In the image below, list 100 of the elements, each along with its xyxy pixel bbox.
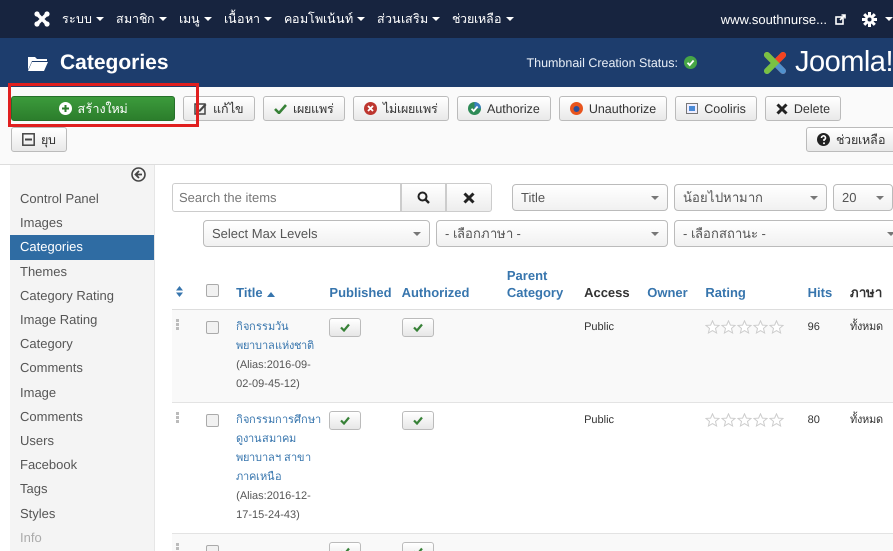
sidebar-item[interactable]: Tags xyxy=(10,477,154,502)
check-icon xyxy=(412,323,423,332)
toolbar-button[interactable]: Delete xyxy=(764,96,842,121)
sidebar-item[interactable]: Facebook xyxy=(10,453,154,478)
published-toggle[interactable] xyxy=(329,411,362,430)
menu-item[interactable]: เมนู xyxy=(179,9,212,29)
sidebar-item[interactable]: Categories xyxy=(10,235,154,260)
sidebar-item[interactable]: Themes xyxy=(10,260,154,284)
alias-text: (Alias:2016-09-02-09-45-12) xyxy=(236,358,312,392)
pencil-square-icon xyxy=(194,102,207,115)
search-field[interactable]: Search the items xyxy=(172,183,401,212)
star-icon[interactable] xyxy=(737,413,752,427)
column-header: Access xyxy=(584,284,630,301)
category-title-link[interactable]: กิจกรรมวันพยาบาลแห่งชาติ xyxy=(236,318,322,356)
menu-item[interactable]: คอมโพเน้นท์ xyxy=(284,9,365,29)
column-header[interactable]: Owner xyxy=(647,284,688,301)
close-icon xyxy=(463,192,476,204)
dropdown[interactable]: 20 xyxy=(832,184,893,211)
published-toggle[interactable] xyxy=(402,318,434,337)
dropdown[interactable]: น้อยไปหามาก xyxy=(674,184,827,211)
toolbar-button[interactable]: Cooliris xyxy=(675,96,757,121)
caret-icon xyxy=(264,17,272,21)
star-icon[interactable] xyxy=(737,320,752,334)
column-header[interactable]: Hits xyxy=(808,284,832,301)
toolbar-button[interactable]: ไม่เผยแพร่ xyxy=(353,96,449,121)
sidebar-item[interactable]: Image Rating xyxy=(10,308,154,332)
sidebar-item[interactable]: Category Comments xyxy=(10,332,154,381)
column-header[interactable]: Authorized xyxy=(402,284,470,301)
dropdown[interactable]: Title xyxy=(512,184,668,211)
toolbar-button[interactable]: ยุบ xyxy=(11,127,67,152)
sidebar-item[interactable]: Category Rating xyxy=(10,284,154,308)
star-icon[interactable] xyxy=(705,320,720,334)
column-header: ภาษา xyxy=(850,284,882,301)
check-badge-icon xyxy=(468,102,481,115)
sidebar-item[interactable]: Control Panel xyxy=(10,187,154,212)
clear-button[interactable] xyxy=(446,183,492,212)
menu-label: ช่วยเหลือ xyxy=(452,11,502,28)
toolbar-button[interactable]: แก้ไข xyxy=(183,96,255,121)
column-header[interactable]: Parent Category xyxy=(506,267,576,301)
published-toggle[interactable] xyxy=(402,411,434,430)
search-button[interactable] xyxy=(400,183,446,212)
star-icon[interactable] xyxy=(769,413,784,427)
menu-label: คอมโพเน้นท์ xyxy=(284,10,353,28)
drag-handle-icon[interactable] xyxy=(176,319,179,330)
minus-square-icon xyxy=(22,133,35,146)
new-button[interactable]: สร้างใหม่ xyxy=(11,96,175,121)
table-cell: 96 xyxy=(808,321,820,333)
toolbar-button[interactable]: เผยแพร่ xyxy=(263,96,345,121)
star-icon[interactable] xyxy=(721,413,736,427)
check-icon xyxy=(412,416,423,425)
column-header[interactable]: Rating xyxy=(705,284,746,301)
help-button[interactable]: ช่วยเหลือ xyxy=(806,127,893,152)
caret-icon xyxy=(357,17,365,21)
sort-arrows-icon[interactable] xyxy=(176,286,183,297)
column-header[interactable]: Title xyxy=(236,284,267,301)
menu-item[interactable]: ช่วยเหลือ xyxy=(452,9,514,29)
menu-item[interactable]: ระบบ xyxy=(62,9,104,29)
table-cell: ทั้งหมด xyxy=(850,321,883,333)
sidebar-item[interactable]: Styles xyxy=(10,502,154,526)
sidebar-item[interactable]: Image Comments xyxy=(10,380,154,430)
toolbar-button[interactable]: Unauthorize xyxy=(558,96,668,121)
dropdown[interactable]: - เลือกภาษา - xyxy=(436,220,668,247)
gear-icon[interactable] xyxy=(862,12,877,26)
checkbox[interactable] xyxy=(206,321,220,334)
cross-logo-icon[interactable] xyxy=(34,11,50,27)
menu-label: สมาชิก xyxy=(116,11,155,28)
sidebar-item[interactable]: Users xyxy=(10,429,154,454)
menu-item[interactable]: เนื้อหา xyxy=(224,9,272,29)
column-header[interactable]: Published xyxy=(329,284,392,301)
menu-label: เนื้อหา xyxy=(224,9,260,29)
star-icon[interactable] xyxy=(769,320,784,334)
check-icon xyxy=(340,416,350,425)
page-title: Categories xyxy=(60,50,169,74)
published-toggle[interactable] xyxy=(329,318,362,337)
sidebar-item[interactable]: Images xyxy=(10,211,154,236)
menu-item[interactable]: ส่วนเสริม xyxy=(377,9,440,29)
menu-item[interactable]: สมาชิก xyxy=(116,9,167,29)
dropdown[interactable]: - เลือกสถานะ - xyxy=(674,220,893,247)
star-icon[interactable] xyxy=(753,320,768,334)
caret-icon xyxy=(887,232,893,236)
external-link-icon[interactable] xyxy=(835,14,846,24)
drag-handle-icon[interactable] xyxy=(176,543,179,551)
sort-up-icon xyxy=(266,292,275,297)
category-title-link[interactable]: กิจกรรมการศึกษาดูงานสมาคมพยาบาลฯ สาขาภาคเหนือ xyxy=(236,411,322,487)
caret-icon xyxy=(810,196,818,200)
star-icon[interactable] xyxy=(721,320,736,334)
collapse-arrow-icon[interactable] xyxy=(131,167,146,182)
caret-icon xyxy=(651,232,659,236)
toolbar-button[interactable]: Authorize xyxy=(457,96,551,121)
dropdown[interactable]: Select Max Levels xyxy=(203,220,430,247)
star-icon[interactable] xyxy=(753,413,768,427)
menu-label: ส่วนเสริม xyxy=(377,11,428,28)
check-icon xyxy=(340,323,350,332)
drag-handle-icon[interactable] xyxy=(176,412,179,423)
checkbox[interactable] xyxy=(206,414,220,427)
site-link[interactable]: www.southnurse... xyxy=(720,12,827,26)
table-cell: ทั้งหมด xyxy=(850,414,883,426)
checkbox[interactable] xyxy=(206,284,220,297)
logo-wordmark: Joomla! xyxy=(794,46,893,79)
star-icon[interactable] xyxy=(705,413,720,427)
